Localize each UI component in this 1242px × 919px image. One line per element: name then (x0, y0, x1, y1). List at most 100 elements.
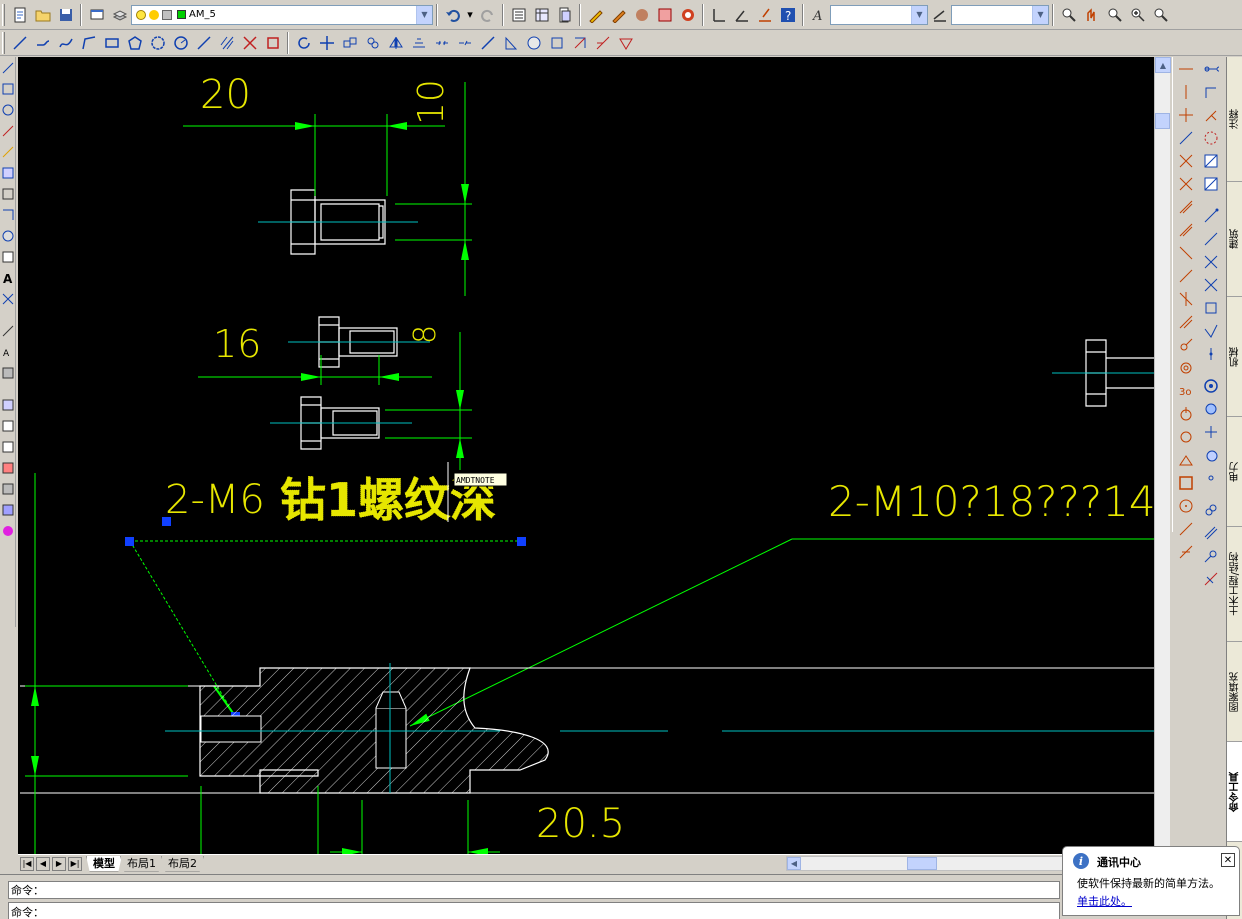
undo-dropdown-icon[interactable]: ▾ (465, 4, 475, 25)
dim-style-icon[interactable] (708, 4, 729, 25)
first-tab-icon[interactable]: |◀ (20, 856, 34, 871)
snap-circle-icon[interactable] (1175, 495, 1197, 517)
snap-temp-icon[interactable] (1175, 426, 1197, 448)
snap-star-icon[interactable] (1175, 541, 1197, 563)
snap-apparent-icon[interactable] (1175, 127, 1197, 149)
zoom-in-icon[interactable] (1127, 4, 1148, 25)
dim-tool-icon[interactable] (1, 321, 15, 341)
mech-tool-icon[interactable] (1200, 205, 1222, 227)
chevron-down-icon[interactable]: ▼ (911, 5, 927, 24)
layer-tool-icon[interactable] (1, 395, 15, 415)
text-style-icon[interactable]: A (808, 4, 829, 25)
grip-handle[interactable] (517, 537, 526, 546)
tool-palettes-icon[interactable] (554, 4, 575, 25)
mech-tool-icon[interactable] (1200, 522, 1222, 544)
palette-tab[interactable]: 建筑 (1227, 182, 1242, 297)
group-icon[interactable] (362, 32, 383, 53)
mech-tool-icon[interactable] (1200, 398, 1222, 420)
dimension-style-icon[interactable] (929, 4, 950, 25)
palette-tab[interactable]: 机械 (1227, 297, 1242, 417)
undo-icon[interactable] (442, 4, 463, 25)
modify-tool-icon[interactable] (1, 79, 15, 99)
mech-tool-icon[interactable] (1200, 274, 1222, 296)
snap-intersection-icon[interactable] (1175, 104, 1197, 126)
layer-combo[interactable]: AM_5 ▼ (131, 4, 433, 25)
polyline-icon[interactable] (55, 32, 76, 53)
stretch-icon[interactable] (477, 32, 498, 53)
snap-square-icon[interactable] (1175, 472, 1197, 494)
fillet-icon[interactable] (523, 32, 544, 53)
layer-tool-icon[interactable] (1, 458, 15, 478)
zoom-realtime-icon[interactable] (1058, 4, 1079, 25)
palette-tab[interactable]: 图案填充 (1227, 642, 1242, 742)
mech-tool-icon[interactable] (1200, 568, 1222, 590)
join-icon[interactable] (454, 32, 475, 53)
snap-3d-icon[interactable]: 3o (1175, 380, 1197, 402)
thread-note-m6-prefix[interactable]: 2-M6 (165, 477, 265, 523)
region-icon[interactable] (262, 32, 283, 53)
dim-angle-icon[interactable] (731, 4, 752, 25)
modify-tool-icon[interactable] (1, 289, 15, 309)
mech-tool-icon[interactable] (1200, 343, 1222, 365)
grip-handle[interactable] (162, 517, 171, 526)
snap-parallel-icon[interactable] (1175, 265, 1197, 287)
chevron-down-icon[interactable]: ▼ (1032, 5, 1048, 24)
scale-icon[interactable] (592, 32, 613, 53)
zoom-previous-icon[interactable] (1150, 4, 1171, 25)
modify-tool-icon[interactable] (1, 58, 15, 78)
properties-icon[interactable] (508, 4, 529, 25)
quickcalc-icon[interactable] (608, 4, 629, 25)
command-input[interactable]: 命令： (8, 902, 1060, 919)
chamfer-icon[interactable] (500, 32, 521, 53)
mech-tool-icon[interactable] (1200, 251, 1222, 273)
mech-tool-icon[interactable] (1200, 58, 1222, 80)
text-tool-icon[interactable]: A (1, 268, 15, 288)
dim-tool-icon[interactable] (1, 363, 15, 383)
modify-tool-icon[interactable] (1, 205, 15, 225)
mech-tool-icon[interactable] (1200, 320, 1222, 342)
polygon-icon[interactable] (78, 32, 99, 53)
dim-tool-icon[interactable]: A (1, 342, 15, 362)
toolbar-grip[interactable] (2, 31, 5, 54)
scrollbar-thumb[interactable] (1155, 113, 1170, 129)
tab-model[interactable]: 模型 (86, 855, 122, 872)
snap-insert-icon[interactable] (1175, 288, 1197, 310)
mech-tool-icon[interactable] (1200, 228, 1222, 250)
mech-tool-icon[interactable] (1200, 127, 1222, 149)
snap-quadrant-icon[interactable] (1175, 196, 1197, 218)
prev-tab-icon[interactable]: ◀ (36, 856, 50, 871)
new-file-icon[interactable] (9, 4, 30, 25)
spline-icon[interactable] (193, 32, 214, 53)
revision-cloud-icon[interactable] (147, 32, 168, 53)
redo-icon[interactable] (477, 4, 498, 25)
palette-tab[interactable]: 电力 (1227, 417, 1242, 527)
snap-center-icon[interactable] (1175, 173, 1197, 195)
palette-tab[interactable]: 注释 (1227, 57, 1242, 182)
mech-tool-icon[interactable] (1200, 421, 1222, 443)
vertical-scrollbar[interactable]: ▲ (1154, 57, 1171, 854)
snap-node-icon[interactable] (1175, 311, 1197, 333)
tab-layout2[interactable]: 布局2 (161, 855, 204, 872)
modify-tool-icon[interactable] (1, 184, 15, 204)
next-tab-icon[interactable]: ▶ (52, 856, 66, 871)
array-icon[interactable] (615, 32, 636, 53)
extend-icon[interactable] (546, 32, 567, 53)
layer-tool-icon[interactable] (1, 437, 15, 457)
modify-tool-icon[interactable] (1, 142, 15, 162)
text-style-combo[interactable]: ▼ (830, 4, 928, 25)
snap-endpoint-icon[interactable] (1175, 58, 1197, 80)
mech-tool-icon[interactable] (1200, 375, 1222, 397)
design-center-icon[interactable] (531, 4, 552, 25)
mech-tool-icon[interactable] (1200, 467, 1222, 489)
drawing-canvas[interactable]: 20 10 16 8 2-M6 钻1螺纹深 2-M10?18???14 AMDT… (18, 57, 1154, 854)
layer-tool-icon[interactable] (1, 416, 15, 436)
construction-line-icon[interactable] (32, 32, 53, 53)
close-icon[interactable]: ✕ (1221, 853, 1235, 867)
snap-track-icon[interactable] (1175, 449, 1197, 471)
snap-line-icon[interactable] (1175, 518, 1197, 540)
scrollbar-thumb[interactable] (907, 857, 937, 870)
snap-perpendicular-icon[interactable] (1175, 242, 1197, 264)
rotate-icon[interactable] (293, 32, 314, 53)
layer-tool-icon[interactable] (1, 479, 15, 499)
layer-properties-icon[interactable] (86, 4, 107, 25)
